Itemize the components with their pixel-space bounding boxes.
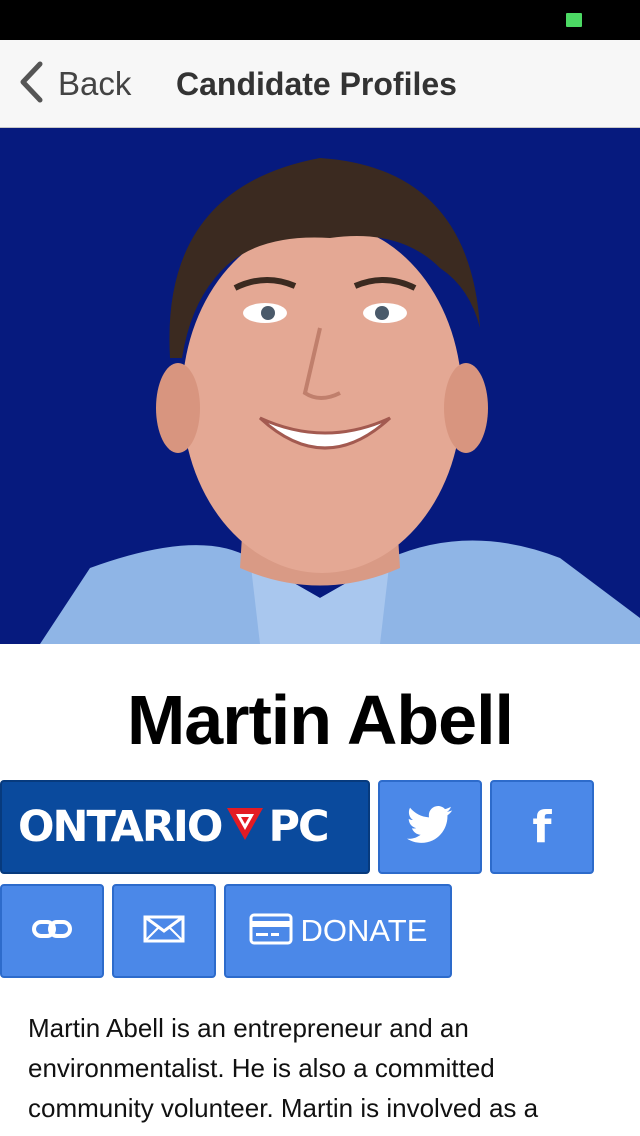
donate-button[interactable]: DONATE (224, 884, 452, 978)
twitter-button[interactable] (378, 780, 482, 874)
facebook-f-icon: f (532, 801, 552, 853)
party-logo-button[interactable]: ONTARIO PC (0, 780, 370, 874)
candidate-bio: Martin Abell is an entrepreneur and an e… (28, 1013, 539, 1123)
back-label: Back (58, 65, 132, 102)
candidate-name: Martin Abell (127, 681, 514, 759)
link-chain-icon (32, 917, 72, 946)
envelope-icon (143, 915, 185, 948)
trillium-icon (221, 800, 268, 855)
back-button[interactable]: Back (16, 58, 131, 110)
party-logo: ONTARIO PC (18, 800, 330, 855)
page-title: Candidate Profiles (176, 66, 457, 102)
facebook-button[interactable]: f (490, 780, 594, 874)
party-logo-text-left: ONTARIO (18, 802, 223, 852)
party-logo-text-right: PC (268, 802, 329, 852)
twitter-bird-icon (407, 805, 453, 850)
donate-label: DONATE (300, 913, 428, 948)
battery-icon (566, 13, 582, 27)
status-bar (0, 0, 640, 40)
website-link-button[interactable] (0, 884, 104, 978)
candidate-photo (0, 128, 640, 644)
email-button[interactable] (112, 884, 216, 978)
credit-card-icon (249, 913, 293, 950)
chevron-left-icon (16, 61, 46, 108)
navigation-bar: Back Candidate Profiles (0, 40, 640, 128)
